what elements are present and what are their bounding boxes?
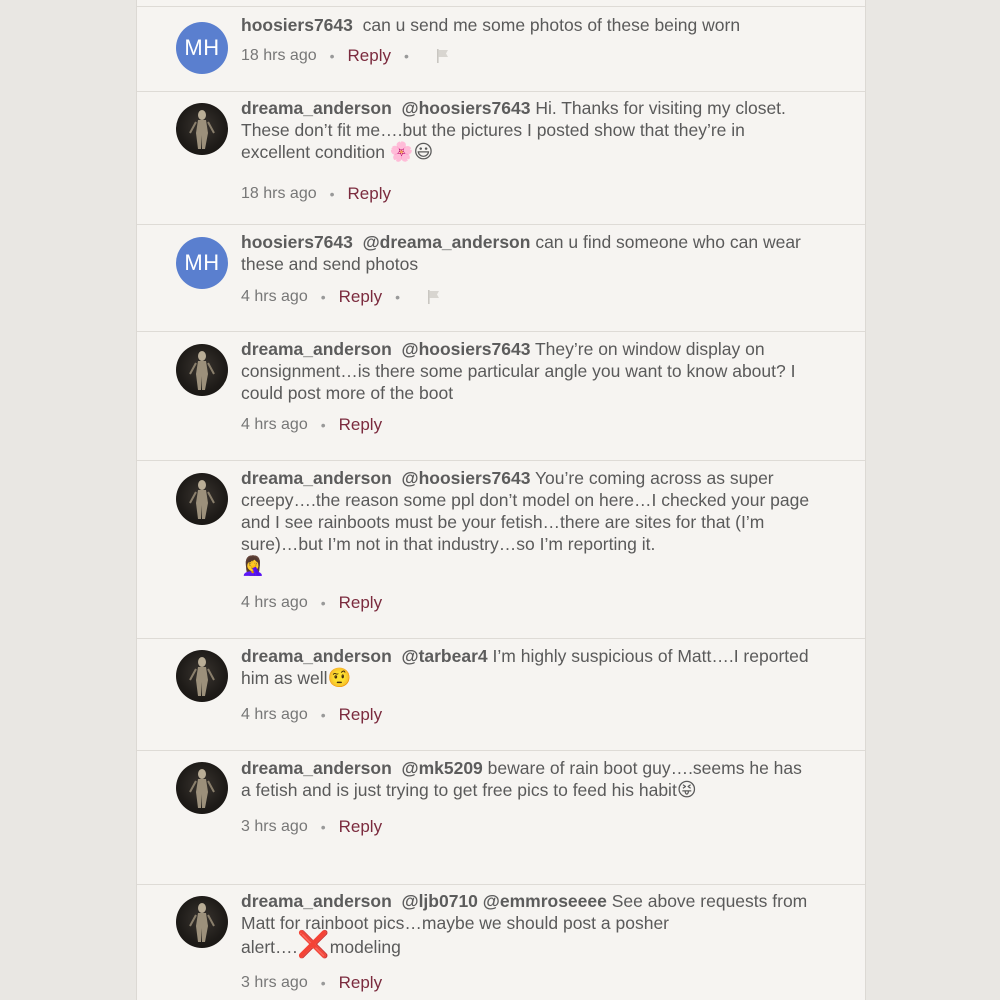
comment-meta: 18 hrs ago • Reply [241,184,391,204]
comment-message-tail: modeling [329,937,401,957]
timestamp: 18 hrs ago [241,185,317,202]
user-avatar[interactable] [176,650,228,702]
timestamp: 4 hrs ago [241,594,308,611]
separator-dot: • [329,48,335,64]
timestamp: 4 hrs ago [241,706,308,723]
comment-meta: 4 hrs ago • Reply [241,705,382,725]
user-avatar[interactable]: MH [176,22,228,74]
mention-link[interactable]: @mk5209 [402,758,483,778]
separator-dot: • [320,595,326,611]
reply-button[interactable]: Reply [348,46,391,66]
comment-meta: 4 hrs ago • Reply • [241,287,442,307]
separator-dot: • [320,975,326,991]
separator-dot: • [395,289,400,305]
username-link[interactable]: hoosiers7643 [241,232,353,252]
comment-meta: 18 hrs ago • Reply • [241,46,451,66]
comment-item: MH hoosiers7643 can u send me some photo… [137,6,865,92]
timestamp: 18 hrs ago [241,47,317,64]
comment-meta: 4 hrs ago • Reply [241,415,382,435]
mention-link[interactable]: @tarbear4 [402,646,488,666]
timestamp: 3 hrs ago [241,818,308,835]
separator-dot: • [320,289,326,305]
comment-text: hoosiers7643 @dreama_anderson can u find… [241,231,811,275]
reply-button[interactable]: Reply [339,973,382,993]
red-x-emoji: ❌ [297,929,330,959]
user-avatar[interactable] [176,473,228,525]
timestamp: 3 hrs ago [241,974,308,991]
reply-button[interactable]: Reply [339,415,382,435]
user-avatar[interactable]: MH [176,237,228,289]
reply-button[interactable]: Reply [339,593,382,613]
comment-item: dreama_anderson @ljb0710 @emmroseeee See… [137,884,865,1000]
emoji: 🌸😃 [389,141,434,163]
username-link[interactable]: hoosiers7643 [241,15,353,35]
reply-button[interactable]: Reply [339,287,382,307]
separator-dot: • [320,819,326,835]
user-avatar[interactable] [176,896,228,948]
username-link[interactable]: dreama_anderson [241,646,392,666]
username-link[interactable]: dreama_anderson [241,339,392,359]
separator-dot: • [320,417,326,433]
mention-link[interactable]: @hoosiers7643 [402,468,531,488]
comment-meta: 4 hrs ago • Reply [241,593,382,613]
mention-link[interactable]: @hoosiers7643 [402,339,531,359]
flag-icon[interactable] [435,48,451,64]
reply-button[interactable]: Reply [339,817,382,837]
comment-message: can u send me some photos of these being… [362,15,741,35]
comment-text: hoosiers7643 can u send me some photos o… [241,14,811,36]
separator-dot: • [403,48,409,64]
comment-text: dreama_anderson @mk5209 beware of rain b… [241,757,811,801]
flag-icon[interactable] [426,289,442,305]
comment-item: MH hoosiers7643 @dreama_anderson can u f… [137,224,865,332]
comment-item: dreama_anderson @hoosiers7643 You’re com… [137,460,865,639]
mention-link[interactable]: @dreama_anderson [363,232,531,252]
comment-text: dreama_anderson @hoosiers7643 You’re com… [241,467,811,577]
mention-link[interactable]: @ljb0710 @emmroseeee [402,891,607,911]
comments-panel: MH hoosiers7643 can u send me some photo… [136,0,866,1000]
username-link[interactable]: dreama_anderson [241,891,392,911]
comment-text: dreama_anderson @tarbear4 I’m highly sus… [241,645,811,689]
timestamp: 4 hrs ago [241,416,308,433]
reply-button[interactable]: Reply [339,705,382,725]
comment-item: dreama_anderson @mk5209 beware of rain b… [137,750,865,885]
user-avatar[interactable] [176,762,228,814]
comment-item: dreama_anderson @hoosiers7643 They’re on… [137,331,865,461]
comment-meta: 3 hrs ago • Reply [241,817,382,837]
comment-item: dreama_anderson @tarbear4 I’m highly sus… [137,638,865,751]
separator-dot: • [329,186,335,202]
emoji: 🤨 [327,667,352,689]
comment-meta: 3 hrs ago • Reply [241,973,382,993]
user-avatar[interactable] [176,344,228,396]
comment-text: dreama_anderson @hoosiers7643 Hi. Thanks… [241,97,811,163]
timestamp: 4 hrs ago [241,288,308,305]
user-avatar[interactable] [176,103,228,155]
comment-text: dreama_anderson @hoosiers7643 They’re on… [241,338,811,404]
reply-button[interactable]: Reply [348,184,391,204]
emoji: 🤦‍♀️ [241,555,265,577]
emoji: 😝 [676,779,697,801]
username-link[interactable]: dreama_anderson [241,98,392,118]
comment-item: dreama_anderson @hoosiers7643 Hi. Thanks… [137,90,865,225]
separator-dot: • [320,707,326,723]
username-link[interactable]: dreama_anderson [241,758,392,778]
username-link[interactable]: dreama_anderson [241,468,392,488]
mention-link[interactable]: @hoosiers7643 [402,98,531,118]
comment-text: dreama_anderson @ljb0710 @emmroseeee See… [241,890,811,958]
